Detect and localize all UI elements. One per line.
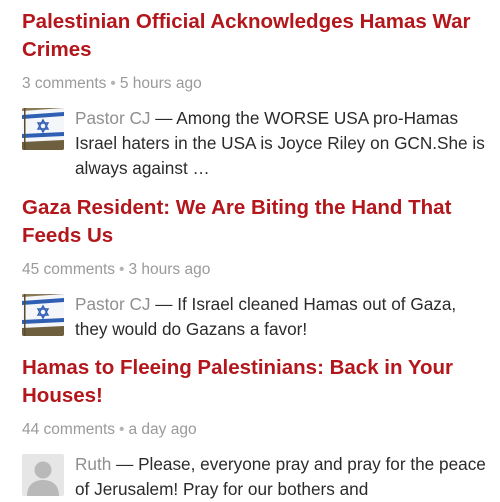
article-item: Palestinian Official Acknowledges Hamas …	[22, 8, 487, 181]
comment-text: Ruth — Please, everyone pray and pray fo…	[75, 452, 487, 502]
israel-flag-avatar-icon[interactable]	[22, 294, 64, 336]
comment-count-link[interactable]: 45 comments	[22, 261, 115, 278]
article-meta: 44 comments • a day ago	[22, 420, 487, 440]
article-title-link[interactable]: Gaza Resident: We Are Biting the Hand Th…	[22, 194, 487, 250]
meta-separator: •	[119, 421, 125, 438]
post-time: 3 hours ago	[128, 261, 211, 278]
article-meta: 3 comments • 5 hours ago	[22, 74, 487, 94]
comment-text: Pastor CJ — If Israel cleaned Hamas out …	[75, 292, 487, 342]
latest-comment: Ruth — Please, everyone pray and pray fo…	[22, 452, 487, 502]
latest-comment: Pastor CJ — If Israel cleaned Hamas out …	[22, 292, 487, 342]
default-user-avatar-icon[interactable]	[22, 454, 64, 496]
comment-count-link[interactable]: 44 comments	[22, 421, 115, 438]
comment-author-link[interactable]: Ruth	[75, 454, 111, 474]
recent-articles-feed: Palestinian Official Acknowledges Hamas …	[0, 0, 500, 500]
comment-text: Pastor CJ — Among the WORSE USA pro-Hama…	[75, 106, 487, 181]
article-meta: 45 comments • 3 hours ago	[22, 260, 487, 280]
comment-count-link[interactable]: 3 comments	[22, 75, 106, 92]
article-title-link[interactable]: Palestinian Official Acknowledges Hamas …	[22, 8, 487, 64]
israel-flag-avatar-icon[interactable]	[22, 108, 64, 150]
post-time: a day ago	[128, 421, 197, 438]
author-dash: —	[150, 108, 177, 128]
article-item: Hamas to Fleeing Palestinians: Back in Y…	[22, 354, 487, 502]
article-title-link[interactable]: Hamas to Fleeing Palestinians: Back in Y…	[22, 354, 487, 410]
meta-separator: •	[119, 261, 125, 278]
author-dash: —	[111, 454, 139, 474]
author-dash: —	[150, 294, 178, 314]
comment-author-link[interactable]: Pastor CJ	[75, 108, 150, 128]
meta-separator: •	[110, 75, 116, 92]
comment-author-link[interactable]: Pastor CJ	[75, 294, 150, 314]
article-item: Gaza Resident: We Are Biting the Hand Th…	[22, 194, 487, 342]
latest-comment: Pastor CJ — Among the WORSE USA pro-Hama…	[22, 106, 487, 181]
post-time: 5 hours ago	[119, 75, 202, 92]
